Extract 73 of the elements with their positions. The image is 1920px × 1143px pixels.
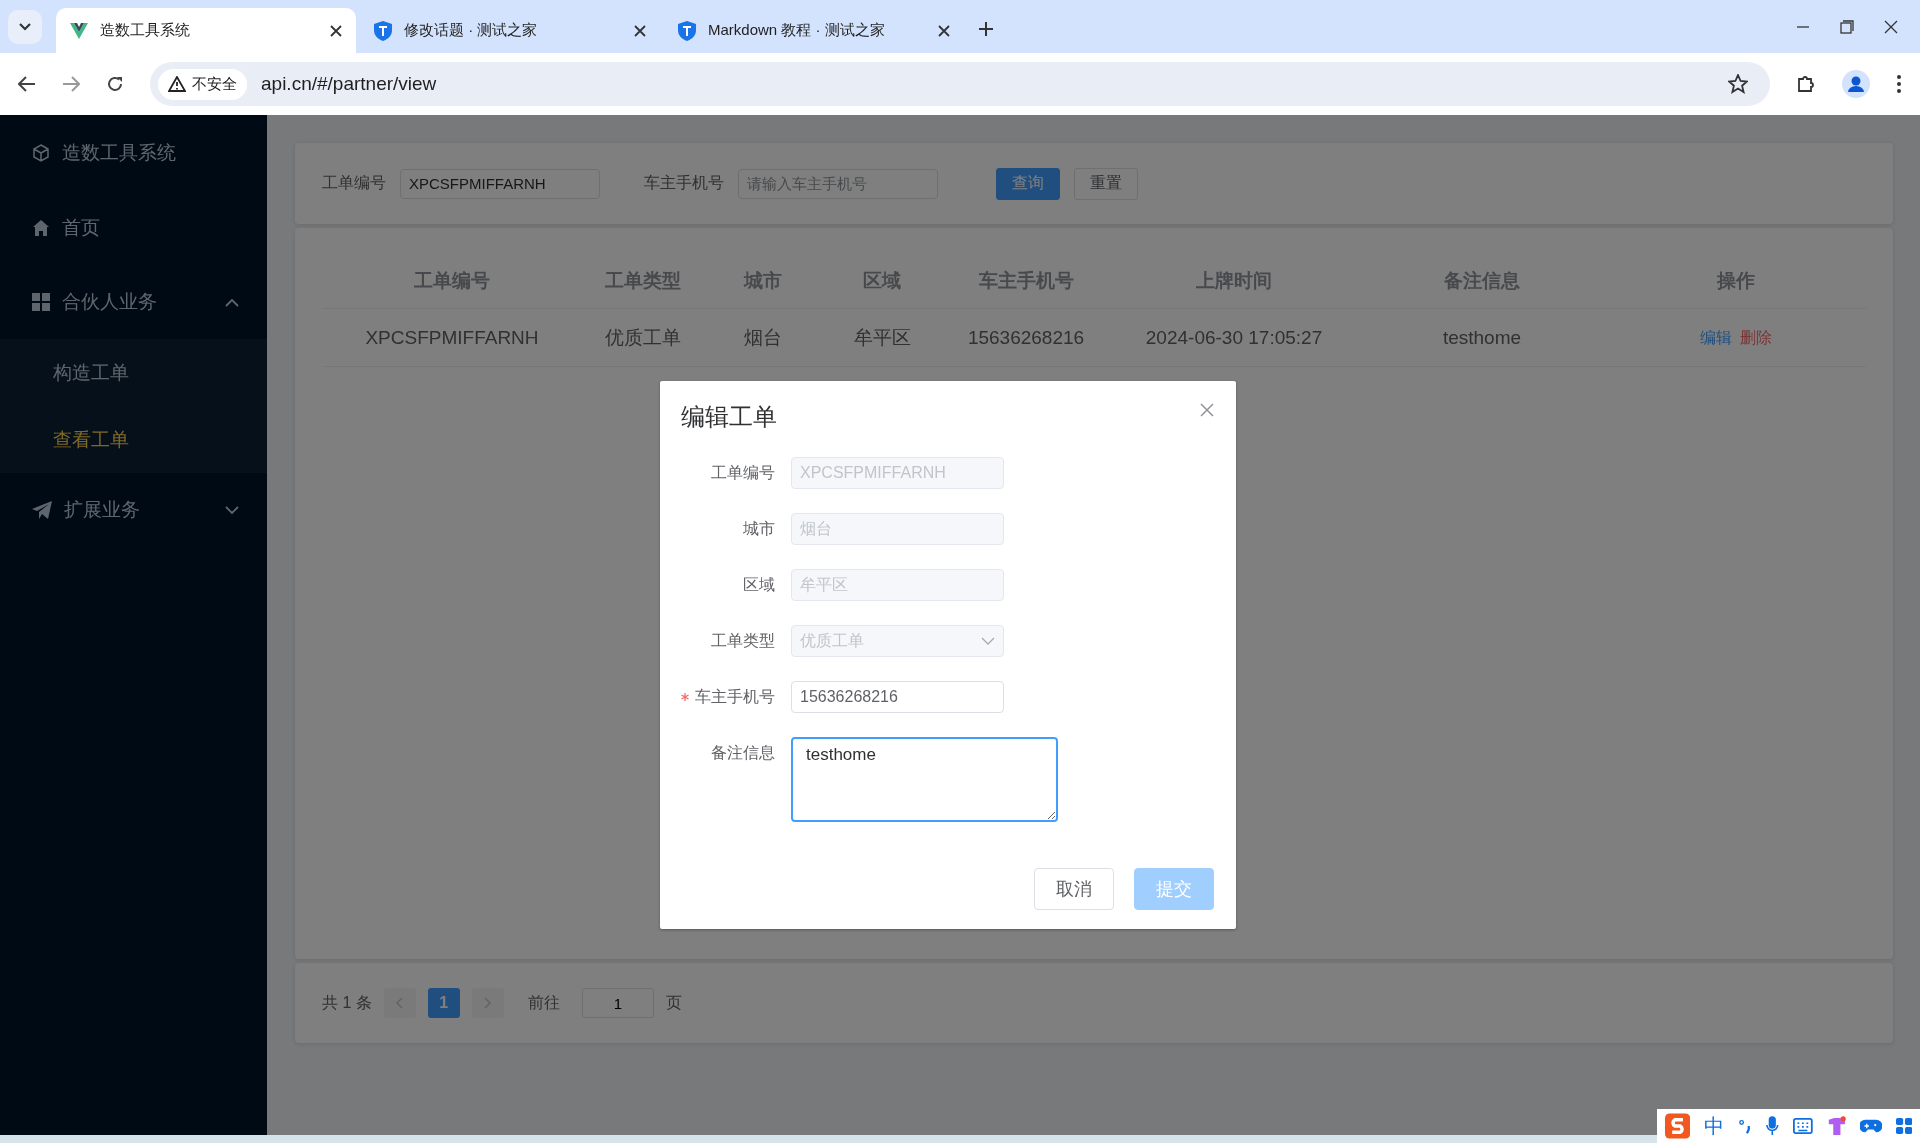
menu-item[interactable]: 首页 — [0, 191, 267, 265]
microphone-icon[interactable] — [1766, 1115, 1779, 1137]
primary-button[interactable]: 查询 — [996, 167, 1060, 200]
table-cell: XPCSFPMIFFARNH — [322, 308, 582, 367]
field-label: 车主手机号 — [644, 173, 724, 193]
address-bar[interactable]: 不安全 api.cn/#/partner/view — [150, 62, 1770, 106]
close-icon[interactable] — [634, 24, 646, 37]
apps-icon[interactable] — [1895, 1117, 1912, 1135]
browser-tab[interactable]: Markdown 教程 · 测试之家 — [664, 8, 964, 53]
page-button[interactable]: 1 — [427, 988, 460, 1018]
reload-icon[interactable] — [106, 75, 124, 93]
table-cell: 15636268216 — [942, 308, 1110, 367]
menu-item[interactable]: 扩展业务 — [0, 473, 267, 547]
security-chip[interactable]: 不安全 — [158, 68, 247, 100]
chevron-down-icon — [981, 637, 995, 645]
field-label: 工单编号 — [711, 464, 775, 481]
shield-icon — [678, 20, 696, 41]
vue-logo-icon — [70, 22, 88, 39]
home-icon — [32, 219, 50, 237]
keyboard-icon[interactable] — [1792, 1117, 1813, 1135]
restore-icon[interactable] — [1840, 19, 1854, 34]
shirt-icon[interactable] — [1826, 1115, 1847, 1137]
submenu-item[interactable]: 构造工单 — [0, 339, 267, 406]
chevron-down-icon — [19, 22, 31, 31]
menu-item[interactable]: 合伙人业务 — [0, 265, 267, 339]
page-unit: 页 — [665, 992, 682, 1013]
submenu-item[interactable]: 查看工单 — [0, 406, 267, 473]
goto-label: 前往 — [527, 992, 560, 1013]
text-area[interactable]: testhome — [791, 737, 1058, 822]
forward-icon[interactable] — [62, 76, 80, 92]
field-label: 工单编号 — [322, 173, 386, 193]
close-icon[interactable] — [330, 24, 342, 37]
gamepad-icon[interactable] — [1860, 1117, 1882, 1135]
field-label: 城市 — [743, 520, 775, 537]
back-icon[interactable] — [18, 76, 36, 92]
chevron-right-icon — [484, 997, 492, 1009]
menu-icon[interactable] — [1896, 74, 1902, 94]
field-label: 工单类型 — [711, 632, 775, 649]
table-cell: 牟平区 — [822, 308, 942, 367]
chevron-left-icon — [396, 997, 404, 1009]
warning-icon — [168, 76, 186, 92]
delete-link[interactable]: 删除 — [1740, 329, 1772, 346]
extensions-icon[interactable] — [1796, 74, 1816, 94]
grid-icon — [32, 293, 50, 311]
cube-icon — [32, 144, 50, 162]
button[interactable]: 重置 — [1074, 167, 1138, 200]
input-mode[interactable]: 中 — [1704, 1112, 1725, 1140]
input-method-logo-icon — [1665, 1112, 1691, 1140]
new-tab-icon[interactable] — [978, 21, 994, 37]
search-field[interactable]: XPCSFPMIFFARNH — [400, 168, 600, 199]
dialog-title: 编辑工单 — [681, 402, 777, 432]
table-cell: 烟台 — [704, 308, 822, 367]
close-icon[interactable] — [938, 24, 950, 37]
browser-tab[interactable]: 修改话题 · 测试之家 — [360, 8, 660, 53]
table-cell: testhome — [1358, 308, 1606, 367]
app-title: 造数工具系统 — [62, 141, 176, 165]
close-icon[interactable] — [1884, 19, 1898, 34]
field-label: 区域 — [743, 576, 775, 593]
table-cell: 2024-06-30 17:05:27 — [1110, 308, 1358, 367]
profile-icon[interactable] — [1842, 70, 1870, 98]
text-field[interactable]: 15636268216 — [791, 681, 1004, 713]
shield-icon — [374, 20, 392, 41]
total-count: 共 1 条 — [322, 992, 372, 1013]
button[interactable]: 取消 — [1034, 868, 1114, 910]
field-label: 车主手机号 — [695, 688, 775, 705]
table-cell: 优质工单 — [582, 308, 704, 367]
paper-plane-icon — [32, 501, 52, 519]
field-label: 备注信息 — [711, 744, 775, 761]
edit-link[interactable]: 编辑 — [1700, 329, 1732, 346]
star-icon[interactable] — [1728, 74, 1748, 94]
tab-list-button[interactable] — [8, 9, 42, 44]
page-input[interactable]: 1 — [581, 988, 654, 1018]
browser-tab[interactable]: 造数工具系统 — [56, 8, 356, 53]
